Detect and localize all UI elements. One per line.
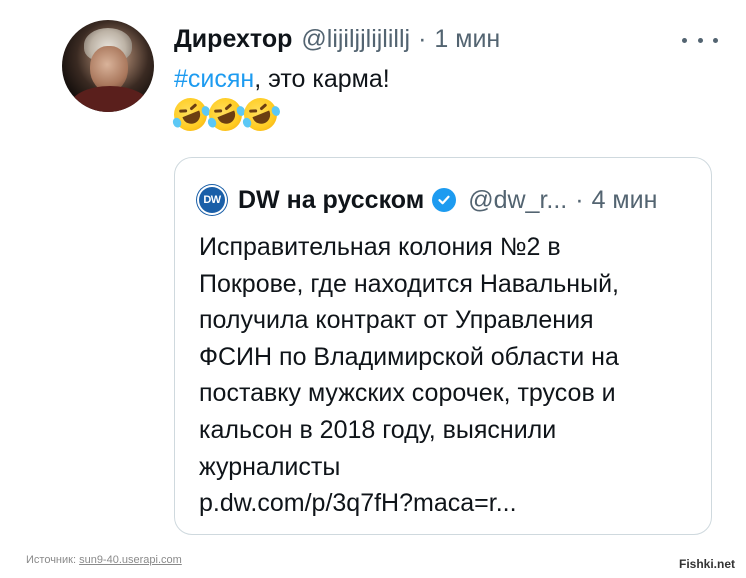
- quoted-text-line: кальсон в 2018 году, выяснили: [199, 415, 557, 444]
- hashtag-link[interactable]: #сисян: [174, 65, 254, 93]
- quoted-tweet-link[interactable]: p.dw.com/p/3q7fH?maca=r...: [199, 485, 699, 522]
- separator-dot: ·: [575, 185, 584, 214]
- image-source: Источник: sun9-40.userapi.com: [26, 554, 182, 566]
- tweet-timestamp[interactable]: 1 мин: [434, 25, 500, 54]
- quoted-text-line: Покрове, где находится Навальный,: [199, 269, 619, 298]
- separator-dot: ·: [418, 24, 427, 53]
- quoted-tweet-timestamp[interactable]: 4 мин: [592, 186, 658, 215]
- rolling-laughing-emoji-icon: [204, 93, 247, 136]
- quoted-text-line: получила контракт от Управления: [199, 306, 594, 335]
- tweet-header: Дирехтор @lijiljjlijlillj · 1 мин: [174, 22, 500, 56]
- rolling-laughing-emoji-icon: [239, 93, 282, 136]
- tweet-text: #сисян, это карма!: [174, 63, 390, 95]
- author-handle[interactable]: @lijiljjlijlillj: [301, 25, 410, 54]
- avatar-shoulder: [70, 86, 150, 112]
- author-display-name[interactable]: Дирехтор: [174, 25, 292, 54]
- quoted-text-line: ФСИН по Владимирской области на: [199, 342, 619, 371]
- quoted-author-handle[interactable]: @dw_r...: [468, 186, 567, 215]
- quoted-tweet-header: DW DW на русском @dw_r... · 4 мин: [197, 184, 657, 216]
- more-options-icon[interactable]: [682, 30, 718, 50]
- dw-avatar[interactable]: DW: [197, 185, 227, 215]
- quoted-tweet-text: Исправительная колония №2 в Покрове, где…: [199, 229, 699, 522]
- tweet-text-rest: , это карма!: [254, 65, 390, 93]
- quoted-tweet-card[interactable]: DW DW на русском @dw_r... · 4 мин Исправ…: [174, 157, 712, 535]
- rolling-laughing-emoji-icon: [169, 93, 212, 136]
- verified-badge-icon: [432, 188, 457, 212]
- quoted-text-line: поставку мужских сорочек, трусов и: [199, 379, 616, 408]
- watermark: Fishki.net: [679, 557, 736, 571]
- emoji-row: [169, 93, 282, 136]
- source-link[interactable]: sun9-40.userapi.com: [79, 554, 182, 566]
- quoted-author-name[interactable]: DW на русском: [238, 186, 424, 215]
- more-dot: [713, 37, 718, 43]
- author-avatar[interactable]: [62, 20, 154, 112]
- quoted-text-line: журналисты: [199, 452, 341, 481]
- more-dot: [682, 37, 687, 43]
- quoted-text-line: Исправительная колония №2 в: [199, 233, 561, 261]
- more-dot: [697, 37, 703, 43]
- source-label: Источник:: [26, 554, 77, 566]
